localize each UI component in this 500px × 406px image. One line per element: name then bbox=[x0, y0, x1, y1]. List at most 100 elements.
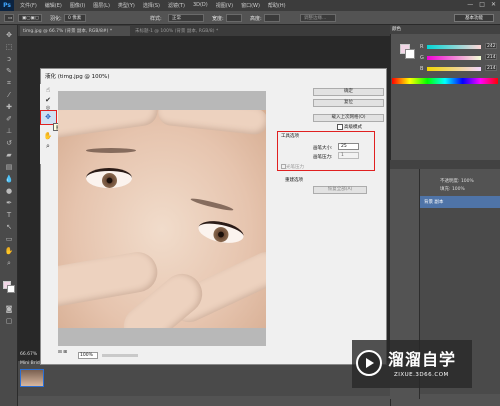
type-tool-icon[interactable]: T bbox=[4, 211, 14, 220]
color-spectrum-bar[interactable] bbox=[392, 78, 498, 84]
red-slider[interactable] bbox=[427, 45, 481, 49]
image-thumbnail[interactable] bbox=[20, 369, 44, 387]
eraser-tool-icon[interactable]: ▰ bbox=[4, 151, 14, 160]
crop-tool-icon[interactable]: ⌗ bbox=[4, 79, 14, 88]
load-last-mesh-button[interactable]: 载入上次网格(O) bbox=[313, 114, 384, 122]
watermark-text: 溜溜自学 bbox=[388, 350, 457, 369]
minimize-button[interactable]: — bbox=[467, 1, 473, 8]
blur-tool-icon[interactable]: 💧 bbox=[4, 175, 14, 184]
red-label: R bbox=[420, 44, 424, 50]
zoom-tool-icon[interactable]: ⌕ bbox=[4, 259, 14, 268]
style-select[interactable]: 正常 bbox=[168, 14, 204, 22]
bloat-tool-icon[interactable]: ✥ bbox=[43, 113, 53, 122]
document-zoom-readout: 66.67% bbox=[20, 352, 38, 357]
menu-item[interactable]: 类型(Y) bbox=[118, 2, 135, 9]
panel-background-swatch[interactable] bbox=[405, 49, 415, 59]
green-value[interactable]: 214 bbox=[485, 54, 497, 60]
gradient-tool-icon[interactable]: ▤ bbox=[4, 163, 14, 172]
feather-input[interactable]: 0 像素 bbox=[64, 14, 86, 22]
brush-pressure-label: 画笔压力: bbox=[313, 155, 333, 160]
zoom-tool-icon[interactable]: ⌕ bbox=[43, 142, 53, 151]
menu-item[interactable]: 滤镜(T) bbox=[168, 2, 185, 9]
restore-all-button[interactable]: 恢复全部(A) bbox=[313, 186, 367, 194]
close-button[interactable]: ✕ bbox=[491, 1, 496, 8]
eyedropper-tool-icon[interactable]: ⁄ bbox=[4, 91, 14, 100]
marquee-tool-icon[interactable]: ⬚ bbox=[4, 43, 14, 52]
reconstruct-options-title: 重建选项 bbox=[285, 178, 303, 183]
blue-value[interactable]: 214 bbox=[485, 65, 497, 71]
green-label: G bbox=[420, 55, 424, 61]
quick-select-tool-icon[interactable]: ✎ bbox=[4, 67, 14, 76]
stamp-tool-icon[interactable]: ⊥ bbox=[4, 127, 14, 136]
layer-fill-control[interactable]: 填充: 100% bbox=[440, 186, 465, 192]
left-eye bbox=[86, 168, 132, 188]
path-select-tool-icon[interactable]: ↖ bbox=[4, 223, 14, 232]
tools-panel: ✥ ⬚ ↄ ✎ ⌗ ⁄ ✚ ✐ ⊥ ↺ ▰ ▤ 💧 ● ✒ T ↖ ▭ ✋ ⌕ … bbox=[0, 25, 18, 406]
menu-items: 文件(F) 编辑(E) 图像(I) 图层(L) 类型(Y) 选择(S) 滤镜(T) 3D(D)… bbox=[20, 2, 286, 9]
move-tool-icon[interactable]: ✥ bbox=[4, 31, 14, 40]
style-label: 样式: bbox=[150, 16, 162, 22]
options-bar: ▭ ▣▢▣▢ 羽化: 0 像素 样式: 正常 宽度: 高度: 调整边缘... 基… bbox=[0, 11, 500, 25]
quick-mask-icon[interactable]: ◙ bbox=[4, 305, 14, 314]
feather-label: 羽化: bbox=[50, 16, 62, 22]
dodge-tool-icon[interactable]: ● bbox=[4, 187, 14, 196]
tool-options-title: 工具选项 bbox=[281, 134, 299, 139]
layer-row-background-copy[interactable]: 背景 副本 bbox=[420, 196, 500, 208]
height-input[interactable] bbox=[264, 14, 280, 22]
width-label: 宽度: bbox=[212, 16, 224, 22]
photoshop-logo: Ps bbox=[0, 0, 14, 11]
window-controls: — □ ✕ bbox=[467, 1, 496, 8]
menu-item[interactable]: 图像(I) bbox=[70, 2, 85, 9]
tool-preset-icon[interactable]: ▭ bbox=[4, 14, 14, 22]
brush-size-input[interactable]: 25 bbox=[338, 143, 359, 150]
brush-tool-icon[interactable]: ✐ bbox=[4, 115, 14, 124]
height-label: 高度: bbox=[250, 16, 262, 22]
zoom-stepper-icons[interactable]: ⊟ ⊞ bbox=[58, 350, 67, 355]
document-tab-timg[interactable]: timg.jpg @ 66.7% (背景 副本, RGB/8#) * bbox=[20, 26, 130, 36]
hand-tool-icon[interactable]: ✋ bbox=[43, 132, 53, 141]
forward-warp-tool-icon[interactable]: ☝ bbox=[43, 86, 53, 95]
brush-pressure-input[interactable]: 1 bbox=[338, 152, 359, 159]
color-panel-header bbox=[390, 25, 500, 34]
hand-tool-icon[interactable]: ✋ bbox=[4, 247, 14, 256]
menu-item[interactable]: 3D(D) bbox=[193, 2, 208, 9]
advanced-mode-checkbox[interactable] bbox=[337, 124, 343, 130]
screen-mode-icon[interactable]: ▢ bbox=[4, 317, 14, 326]
layer-opacity-control[interactable]: 不透明度: 100% bbox=[440, 178, 474, 184]
menu-item[interactable]: 选择(S) bbox=[143, 2, 160, 9]
menu-item[interactable]: 图层(L) bbox=[93, 2, 110, 9]
layers-panel-header bbox=[390, 160, 500, 169]
lasso-tool-icon[interactable]: ↄ bbox=[4, 55, 14, 64]
menu-item[interactable]: 帮助(H) bbox=[268, 2, 286, 9]
face-photo[interactable] bbox=[58, 110, 266, 328]
shape-tool-icon[interactable]: ▭ bbox=[4, 235, 14, 244]
watermark-logo-icon bbox=[356, 350, 382, 376]
width-input[interactable] bbox=[226, 14, 242, 22]
menu-item[interactable]: 编辑(E) bbox=[45, 2, 62, 9]
liquify-zoom-select[interactable]: 100% bbox=[78, 352, 98, 359]
selection-mode-icons[interactable]: ▣▢▣▢ bbox=[18, 14, 42, 22]
menu-item[interactable]: 文件(F) bbox=[20, 2, 37, 9]
blue-slider[interactable] bbox=[427, 67, 481, 71]
color-panel-tab[interactable]: 颜色 bbox=[392, 26, 401, 32]
document-tab-untitled[interactable]: 未标题-1 @ 100% (背景 副本, RGB/8) * bbox=[132, 26, 256, 36]
history-brush-tool-icon[interactable]: ↺ bbox=[4, 139, 14, 148]
workspace-select[interactable]: 基本功能 bbox=[454, 14, 494, 22]
healing-tool-icon[interactable]: ✚ bbox=[4, 103, 14, 112]
red-value[interactable]: 242 bbox=[485, 43, 497, 49]
mini-bridge-footer bbox=[18, 396, 390, 406]
reset-button[interactable]: 复位 bbox=[313, 99, 384, 107]
liquify-zoom-slider[interactable] bbox=[102, 354, 138, 357]
refine-edge-button[interactable]: 调整边缘... bbox=[300, 14, 336, 22]
right-eye bbox=[196, 217, 246, 247]
menu-item[interactable]: 窗口(W) bbox=[241, 2, 260, 9]
menu-item[interactable]: 视图(V) bbox=[216, 2, 233, 9]
green-slider[interactable] bbox=[427, 56, 481, 60]
background-color-swatch[interactable] bbox=[7, 285, 15, 293]
ok-button[interactable]: 确定 bbox=[313, 88, 384, 96]
brush-size-label: 画笔大小: bbox=[313, 146, 333, 151]
advanced-mode-label: 高级模式 bbox=[344, 125, 362, 130]
liquify-dialog-title: 液化 (timg.jpg @ 100%) bbox=[45, 74, 110, 80]
maximize-button[interactable]: □ bbox=[479, 1, 485, 8]
pen-tool-icon[interactable]: ✒ bbox=[4, 199, 14, 208]
